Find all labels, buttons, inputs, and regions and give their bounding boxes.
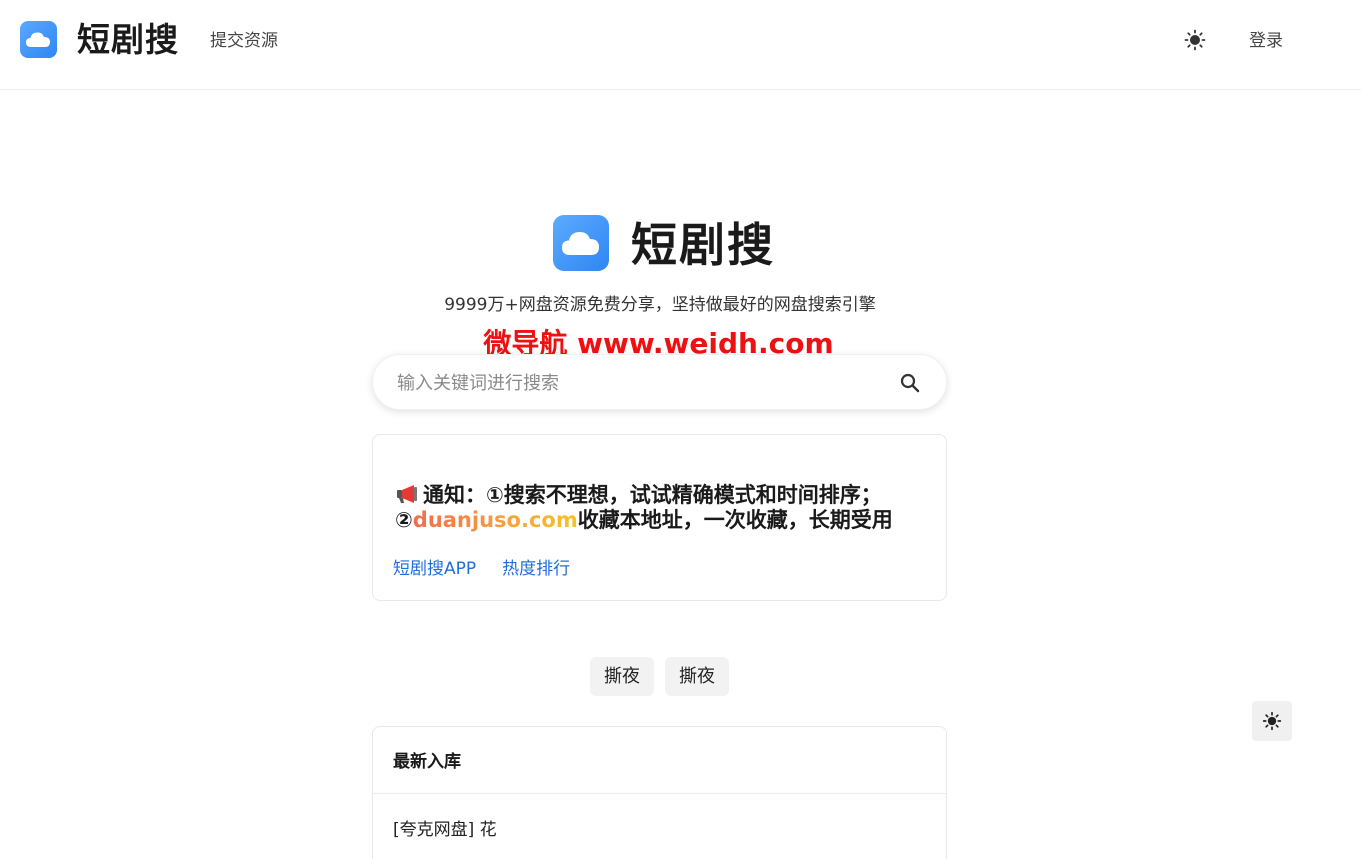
hero-brand-title: 短剧搜 xyxy=(631,218,775,272)
notice-domain: duanjuso.com xyxy=(412,508,578,532)
hero-tagline: 9999万+网盘资源免费分享，坚持做最好的网盘搜索引擎 xyxy=(444,295,876,315)
notice-line-1: 通知：①搜索不理想，试试精确模式和时间排序； xyxy=(423,483,882,507)
theme-toggle-button[interactable] xyxy=(1252,701,1292,741)
sun-icon[interactable] xyxy=(1183,28,1207,52)
divider xyxy=(373,793,946,794)
notice-card: 通知：①搜索不理想，试试精确模式和时间排序； ②duanjuso.com收藏本地… xyxy=(372,434,947,601)
notice-line-2-suffix: 收藏本地址，一次收藏，长期受用 xyxy=(577,508,893,532)
megaphone-icon xyxy=(395,484,421,504)
site-brand[interactable]: 短剧搜 xyxy=(77,19,179,61)
search-input[interactable] xyxy=(397,365,877,401)
notice-links: 短剧搜APP 热度排行 xyxy=(393,557,596,581)
search-box xyxy=(372,354,947,410)
latest-resources-panel: 最新入库 [夸克网盘] 花 xyxy=(372,726,947,859)
login-link[interactable]: 登录 xyxy=(1249,29,1283,53)
notice-line-2-prefix: ② xyxy=(395,508,413,532)
cloud-logo-icon[interactable] xyxy=(20,21,57,58)
app-link[interactable]: 短剧搜APP xyxy=(393,559,476,579)
hot-tag[interactable]: 撕夜 xyxy=(590,657,654,696)
hot-tag[interactable]: 撕夜 xyxy=(665,657,729,696)
top-nav-bar: 短剧搜 提交资源 登录 xyxy=(0,0,1361,90)
notice-message: 通知：①搜索不理想，试试精确模式和时间排序； ②duanjuso.com收藏本地… xyxy=(395,483,935,533)
cloud-logo-icon xyxy=(553,215,609,271)
search-icon[interactable] xyxy=(898,371,922,395)
list-item[interactable]: [夸克网盘] 花 xyxy=(393,818,497,842)
submit-resource-link[interactable]: 提交资源 xyxy=(210,29,278,53)
latest-title: 最新入库 xyxy=(393,752,461,772)
hot-ranking-link[interactable]: 热度排行 xyxy=(502,559,570,579)
sun-icon xyxy=(1262,711,1282,731)
